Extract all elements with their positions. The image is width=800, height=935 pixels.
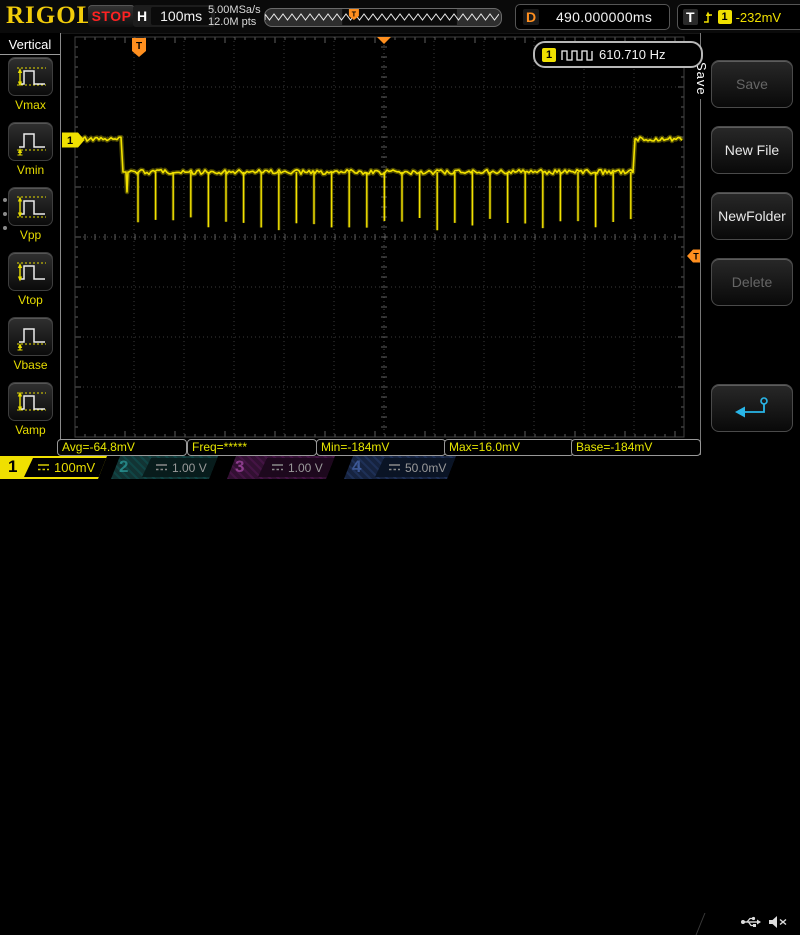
page-indicator-dot xyxy=(3,212,7,216)
sample-rate: 5.00MSa/s xyxy=(208,4,261,16)
vamp-label: Vamp xyxy=(8,423,53,437)
vamp-icon xyxy=(13,388,49,416)
freq-value: 610.710 Hz xyxy=(599,47,666,62)
channel-1-number: 1 xyxy=(8,457,17,477)
vmin-label: Vmin xyxy=(8,163,53,177)
vmax-label: Vmax xyxy=(8,98,53,112)
dc-coupling-icon xyxy=(155,463,168,472)
svg-text:T: T xyxy=(136,41,142,52)
speaker-muted-icon xyxy=(768,915,788,929)
delay-value: 490.000000ms xyxy=(539,9,669,25)
waveform-preview-graphic: T xyxy=(265,9,499,25)
frequency-counter: 1 610.710 Hz xyxy=(533,41,703,68)
left-measure-menu: Vertical Vmax Vmin Vpp xyxy=(0,33,61,455)
svg-text:T: T xyxy=(693,252,699,262)
channel-2-status[interactable]: 2 1.00 V xyxy=(111,456,218,479)
acquisition-info: 5.00MSa/s 12.0M pts xyxy=(208,4,261,28)
channel-2-scale: 1.00 V xyxy=(172,461,207,475)
page-indicator-dot xyxy=(3,198,7,202)
vmax-button[interactable]: Vmax xyxy=(8,57,53,112)
new-folder-button[interactable]: NewFolder xyxy=(711,192,793,240)
delete-button[interactable]: Delete xyxy=(711,258,793,306)
channel-1-scale: 100mV xyxy=(54,460,95,475)
vpp-label: Vpp xyxy=(8,228,53,242)
rigol-logo: RIGOL xyxy=(6,2,94,30)
channel-4-status[interactable]: 4 50.0mV xyxy=(344,456,456,479)
channel-3-scale: 1.00 V xyxy=(288,461,323,475)
dc-coupling-icon xyxy=(388,463,401,472)
vtop-button[interactable]: Vtop xyxy=(8,252,53,307)
back-button[interactable] xyxy=(711,384,793,432)
vbase-button[interactable]: Vbase xyxy=(8,317,53,372)
dc-coupling-icon xyxy=(271,463,284,472)
measurement-freq: Freq=***** xyxy=(187,439,317,456)
svg-text:T: T xyxy=(352,12,357,19)
horizontal-label: H xyxy=(137,8,147,24)
channel-4-number: 4 xyxy=(352,457,361,477)
vbase-label: Vbase xyxy=(8,358,53,372)
channel-4-scale: 50.0mV xyxy=(405,461,446,475)
vpp-icon xyxy=(13,193,49,221)
channel-3-number: 3 xyxy=(235,457,244,477)
vmin-button[interactable]: Vmin xyxy=(8,122,53,177)
scope-display: 1 T T xyxy=(0,0,800,480)
trigger-box[interactable]: T 1 -232mV xyxy=(677,4,800,30)
horizontal-timebase-box[interactable]: H 100ms xyxy=(133,5,215,27)
channel-2-number: 2 xyxy=(119,457,128,477)
vpp-button[interactable]: Vpp xyxy=(8,187,53,242)
channel-1-offset-marker[interactable] xyxy=(62,133,85,148)
trigger-source-badge: 1 xyxy=(718,10,732,24)
channel-3-status[interactable]: 3 1.00 V xyxy=(227,456,335,479)
channel-status-bar: 1 100mV 2 1.00 V 3 1.00 V xyxy=(0,456,800,480)
pulse-train-icon xyxy=(561,49,594,61)
return-arrow-icon xyxy=(731,395,773,421)
channel-1-status[interactable]: 1 100mV xyxy=(0,456,107,479)
trigger-label: T xyxy=(683,9,698,25)
freq-source-badge: 1 xyxy=(542,48,556,62)
dc-coupling-icon xyxy=(37,463,50,472)
svg-text:1: 1 xyxy=(67,135,73,147)
status-divider xyxy=(696,913,706,935)
waveform-preview-strip[interactable]: T xyxy=(264,8,502,27)
usb-icon xyxy=(740,915,762,929)
vtop-icon xyxy=(13,258,49,286)
measurement-avg: Avg=-64.8mV xyxy=(57,439,187,456)
vmin-icon xyxy=(13,128,49,156)
top-status-bar: RIGOL STOP H 100ms 5.00MSa/s 12.0M pts T… xyxy=(0,0,800,34)
vmax-icon xyxy=(13,63,49,91)
save-button[interactable]: Save xyxy=(711,60,793,108)
measurement-max: Max=16.0mV xyxy=(444,439,574,456)
left-menu-title: Vertical xyxy=(0,33,60,55)
page-indicator-dot xyxy=(3,226,7,230)
save-menu: Save Save New File NewFolder Delete xyxy=(700,33,800,455)
measurement-base: Base=-184mV xyxy=(571,439,701,456)
rising-edge-icon xyxy=(702,10,714,25)
screen-center-marker xyxy=(377,37,391,44)
delay-label: D xyxy=(523,9,539,25)
vbase-icon xyxy=(13,323,49,351)
memory-depth: 12.0M pts xyxy=(208,16,261,28)
measurement-min: Min=-184mV xyxy=(316,439,446,456)
delay-box[interactable]: D 490.000000ms xyxy=(515,4,670,30)
timebase-value: 100ms xyxy=(151,7,211,25)
new-file-button[interactable]: New File xyxy=(711,126,793,174)
run-state-badge[interactable]: STOP xyxy=(88,5,135,27)
vamp-button[interactable]: Vamp xyxy=(8,382,53,437)
trigger-level-value: -232mV xyxy=(736,10,782,25)
vtop-label: Vtop xyxy=(8,293,53,307)
